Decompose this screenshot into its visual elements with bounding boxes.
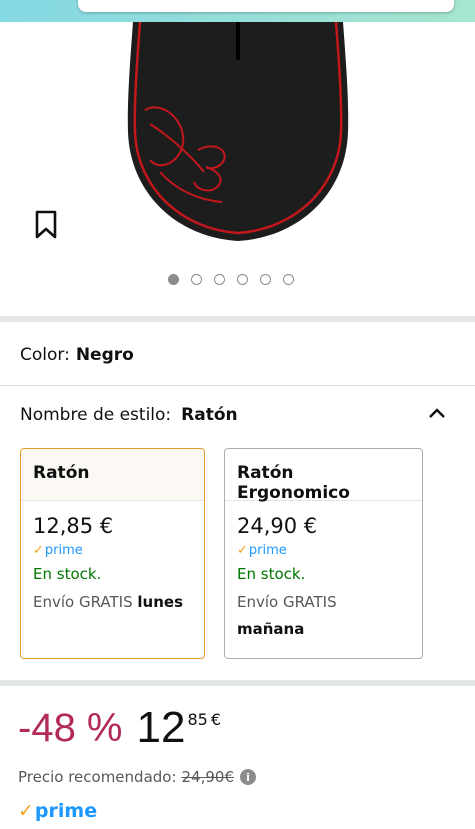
shipping-info: Envío GRATIS lunes: [33, 593, 184, 611]
pagination-dot[interactable]: [214, 274, 225, 285]
recommended-price: Precio recomendado: 24,90€ i: [18, 768, 257, 786]
style-option-name: Ratón: [21, 449, 204, 501]
style-value: Ratón: [181, 405, 238, 425]
style-label: Nombre de estilo:: [20, 405, 172, 425]
stock-status: En stock.: [33, 565, 102, 583]
section-divider: [0, 680, 475, 686]
prime-badge: ✓ prime: [33, 543, 83, 558]
section-divider: [0, 316, 475, 322]
price-currency: €: [210, 710, 221, 729]
style-option-name: Ratón Ergonomico: [225, 449, 422, 503]
price-fraction: 85: [187, 710, 208, 729]
pagination-dot[interactable]: [191, 274, 202, 285]
price-whole: 12: [136, 703, 186, 752]
bookmark-icon[interactable]: [34, 209, 58, 241]
chevron-up-icon[interactable]: [428, 404, 446, 418]
color-label: Color:: [20, 345, 70, 365]
pagination-dot[interactable]: [237, 274, 248, 285]
image-pagination-dots: [168, 274, 294, 285]
style-selection-header[interactable]: Nombre de estilo: Ratón: [20, 405, 238, 425]
check-icon: ✓: [18, 800, 34, 822]
color-selection: Color: Negro: [20, 345, 134, 365]
top-bar: [0, 0, 475, 22]
check-icon: ✓: [33, 543, 44, 558]
search-box[interactable]: [78, 0, 454, 12]
style-option-raton[interactable]: Ratón 12,85 € ✓ prime En stock. Envío GRA…: [20, 448, 205, 659]
style-option-price: 24,90 €: [237, 514, 318, 538]
pagination-dot-active[interactable]: [168, 274, 179, 285]
discount-percentage: -48 %: [18, 706, 123, 750]
shipping-info: Envío GRATIS mañana: [237, 593, 337, 638]
divider: [0, 385, 475, 386]
prime-logo: ✓ prime: [18, 800, 98, 822]
style-option-price: 12,85 €: [33, 514, 114, 538]
rrp-label: Precio recomendado:: [18, 768, 177, 786]
check-icon: ✓: [237, 543, 248, 558]
price-block: -48 % 12 85 €: [18, 705, 221, 751]
stock-status: En stock.: [237, 565, 306, 583]
style-option-raton-ergonomico[interactable]: Ratón Ergonomico 24,90 € ✓ prime En stock…: [224, 448, 423, 659]
color-value: Negro: [75, 345, 134, 365]
rrp-value: 24,90€: [181, 768, 235, 786]
pagination-dot[interactable]: [283, 274, 294, 285]
product-image[interactable]: [0, 21, 475, 252]
info-icon[interactable]: i: [240, 769, 257, 785]
prime-badge: ✓ prime: [237, 543, 287, 558]
pagination-dot[interactable]: [260, 274, 271, 285]
